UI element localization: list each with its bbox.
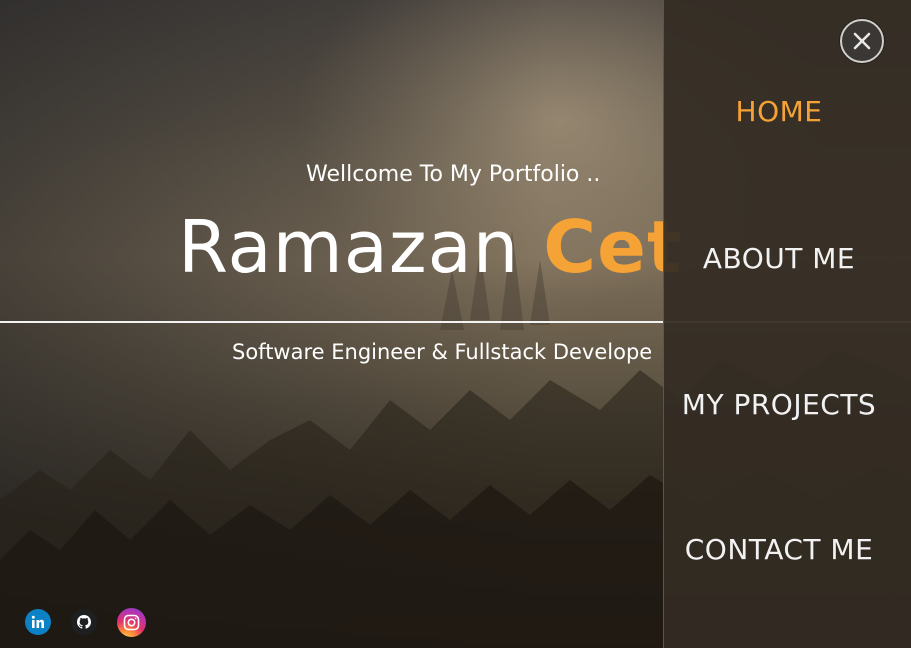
menu-item-contact-me[interactable]: CONTACT ME	[664, 533, 894, 566]
linkedin-icon[interactable]	[25, 609, 51, 635]
hero-subtitle: Software Engineer & Fullstack Develope	[232, 340, 653, 364]
close-icon	[853, 32, 871, 50]
github-icon[interactable]	[71, 609, 97, 635]
side-menu: HOME ABOUT ME MY PROJECTS CONTACT ME	[663, 0, 911, 648]
name-last: Cet	[543, 205, 683, 289]
hero-name: Ramazan Cet	[178, 205, 682, 289]
menu-item-my-projects[interactable]: MY PROJECTS	[664, 388, 894, 421]
welcome-text: Wellcome To My Portfolio ..	[306, 162, 601, 187]
menu-item-home[interactable]: HOME	[664, 95, 894, 128]
name-first: Ramazan	[178, 205, 520, 289]
portfolio-page: Wellcome To My Portfolio .. Ramazan Cet …	[0, 0, 911, 648]
instagram-icon[interactable]	[117, 608, 146, 637]
social-links	[25, 608, 146, 637]
close-menu-button[interactable]	[840, 19, 884, 63]
menu-item-about-me[interactable]: ABOUT ME	[664, 242, 894, 275]
